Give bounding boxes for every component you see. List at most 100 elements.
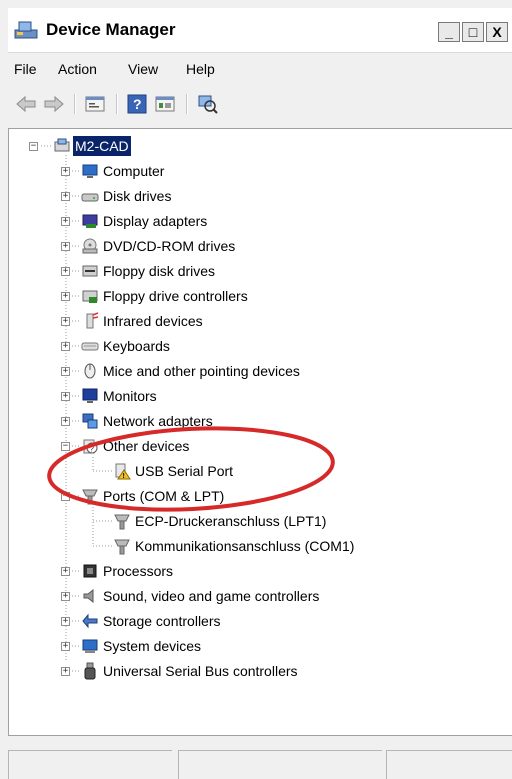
tree-category-label: Ports (COM & LPT) <box>103 488 225 504</box>
tree-device-12-0[interactable]: ECP-Druckeranschluss (LPT1) <box>9 510 512 532</box>
usb-icon <box>81 662 99 680</box>
mouse-icon <box>81 362 99 380</box>
tree-category-8[interactable]: + Mice and other pointing devices <box>9 360 512 382</box>
tree-root-label: M2-CAD <box>73 136 131 156</box>
svg-text:!: ! <box>123 473 125 480</box>
tree-device-12-1[interactable]: Kommunikationsanschluss (COM1) <box>9 535 512 557</box>
menu-file[interactable]: File <box>14 61 37 77</box>
update-driver-icon[interactable] <box>154 93 178 115</box>
tree-device-label: USB Serial Port <box>135 463 234 479</box>
tree-category-label: Computer <box>103 163 165 179</box>
tree-category-6[interactable]: + Infrared devices <box>9 310 512 332</box>
tree-category-10[interactable]: + Network adapters <box>9 410 512 432</box>
expand-icon[interactable]: + <box>61 667 70 676</box>
tree-category-label: Keyboards <box>103 338 170 354</box>
tree-category-label: Mice and other pointing devices <box>103 363 300 379</box>
close-button[interactable]: X <box>486 22 508 42</box>
menu-view[interactable]: View <box>128 61 158 77</box>
tree-device-label: Kommunikationsanschluss (COM1) <box>135 538 355 554</box>
maximize-button[interactable]: □ <box>462 22 484 42</box>
menu-action[interactable]: Action <box>58 61 97 77</box>
tree-root[interactable]: − M2-CAD <box>9 135 512 157</box>
tree-category-label: Other devices <box>103 438 190 454</box>
processor-icon <box>81 562 99 580</box>
tree-category-12[interactable]: − Ports (COM & LPT) <box>9 485 512 507</box>
tree-device-11-0[interactable]: ! USB Serial Port <box>9 460 512 482</box>
tree-category-13[interactable]: + Processors <box>9 560 512 582</box>
system-icon <box>81 637 99 655</box>
expand-icon[interactable]: + <box>61 217 70 226</box>
display-adapter-icon <box>81 212 99 230</box>
expand-icon[interactable]: + <box>61 342 70 351</box>
expand-icon[interactable]: + <box>61 592 70 601</box>
window-title: Device Manager <box>46 20 176 39</box>
tree-category-label: Monitors <box>103 388 157 404</box>
device-manager-icon <box>14 20 38 40</box>
device-tree[interactable]: − M2-CAD + Computer + Disk drives + Display ada… <box>8 128 512 736</box>
tree-category-4[interactable]: + Floppy disk drives <box>9 260 512 282</box>
computer-icon <box>81 162 99 180</box>
port-icon <box>113 512 131 530</box>
tree-category-14[interactable]: + Sound, video and game controllers <box>9 585 512 607</box>
tree-category-label: Processors <box>103 563 174 579</box>
back-icon[interactable] <box>14 93 38 115</box>
tree-category-11[interactable]: −? Other devices <box>9 435 512 457</box>
expand-icon[interactable]: + <box>61 617 70 626</box>
network-icon <box>81 412 99 430</box>
expand-icon[interactable]: + <box>61 642 70 651</box>
scan-hardware-icon[interactable] <box>196 93 220 115</box>
port-icon <box>81 487 99 505</box>
unknown-device-icon: ? <box>81 437 99 455</box>
tree-category-label: Sound, video and game controllers <box>103 588 320 604</box>
expand-icon[interactable]: + <box>61 417 70 426</box>
tree-category-5[interactable]: + Floppy drive controllers <box>9 285 512 307</box>
minimize-button[interactable]: _ <box>438 22 460 42</box>
floppy-controller-icon <box>81 287 99 305</box>
expand-icon[interactable]: + <box>61 242 70 251</box>
forward-icon[interactable] <box>42 93 66 115</box>
expand-icon[interactable]: + <box>61 292 70 301</box>
help-icon[interactable]: ? <box>126 93 150 115</box>
tree-category-label: System devices <box>103 638 202 654</box>
expand-icon[interactable]: + <box>61 567 70 576</box>
properties-icon[interactable] <box>84 93 108 115</box>
expand-icon[interactable]: + <box>61 192 70 201</box>
tree-category-15[interactable]: + Storage controllers <box>9 610 512 632</box>
root-icon <box>53 137 71 155</box>
expand-icon[interactable]: + <box>61 392 70 401</box>
warning-device-icon: ! <box>113 462 131 480</box>
collapse-icon[interactable]: − <box>61 492 70 501</box>
sound-icon <box>81 587 99 605</box>
svg-text:?: ? <box>133 96 142 112</box>
expand-icon[interactable]: + <box>61 267 70 276</box>
tree-category-7[interactable]: + Keyboards <box>9 335 512 357</box>
tree-category-3[interactable]: + DVD/CD-ROM drives <box>9 235 512 257</box>
dvd-drive-icon <box>81 237 99 255</box>
expand-icon[interactable]: + <box>61 367 70 376</box>
tree-category-9[interactable]: + Monitors <box>9 385 512 407</box>
status-bar <box>8 746 512 779</box>
disk-drive-icon <box>81 187 99 205</box>
tree-category-label: Display adapters <box>103 213 208 229</box>
storage-icon <box>81 612 99 630</box>
device-manager-window: Device Manager _ □ X File Action View He… <box>0 0 512 779</box>
menu-help[interactable]: Help <box>186 61 215 77</box>
tree-category-label: Disk drives <box>103 188 172 204</box>
tree-category-17[interactable]: + Universal Serial Bus controllers <box>9 660 512 682</box>
title-bar[interactable]: Device Manager _ □ X <box>8 8 512 52</box>
status-cell-3 <box>386 750 512 779</box>
collapse-icon[interactable]: − <box>61 442 70 451</box>
toolbar: ? <box>8 86 512 122</box>
monitor-icon <box>81 387 99 405</box>
tree-device-label: ECP-Druckeranschluss (LPT1) <box>135 513 327 529</box>
expand-icon[interactable]: + <box>61 317 70 326</box>
tree-category-1[interactable]: + Disk drives <box>9 185 512 207</box>
tree-category-2[interactable]: + Display adapters <box>9 210 512 232</box>
collapse-icon[interactable]: − <box>29 142 38 151</box>
expand-icon[interactable]: + <box>61 167 70 176</box>
tree-category-0[interactable]: + Computer <box>9 160 512 182</box>
tree-category-16[interactable]: + System devices <box>9 635 512 657</box>
infrared-icon <box>81 312 99 330</box>
floppy-drive-icon <box>81 262 99 280</box>
tree-category-label: Infrared devices <box>103 313 203 329</box>
